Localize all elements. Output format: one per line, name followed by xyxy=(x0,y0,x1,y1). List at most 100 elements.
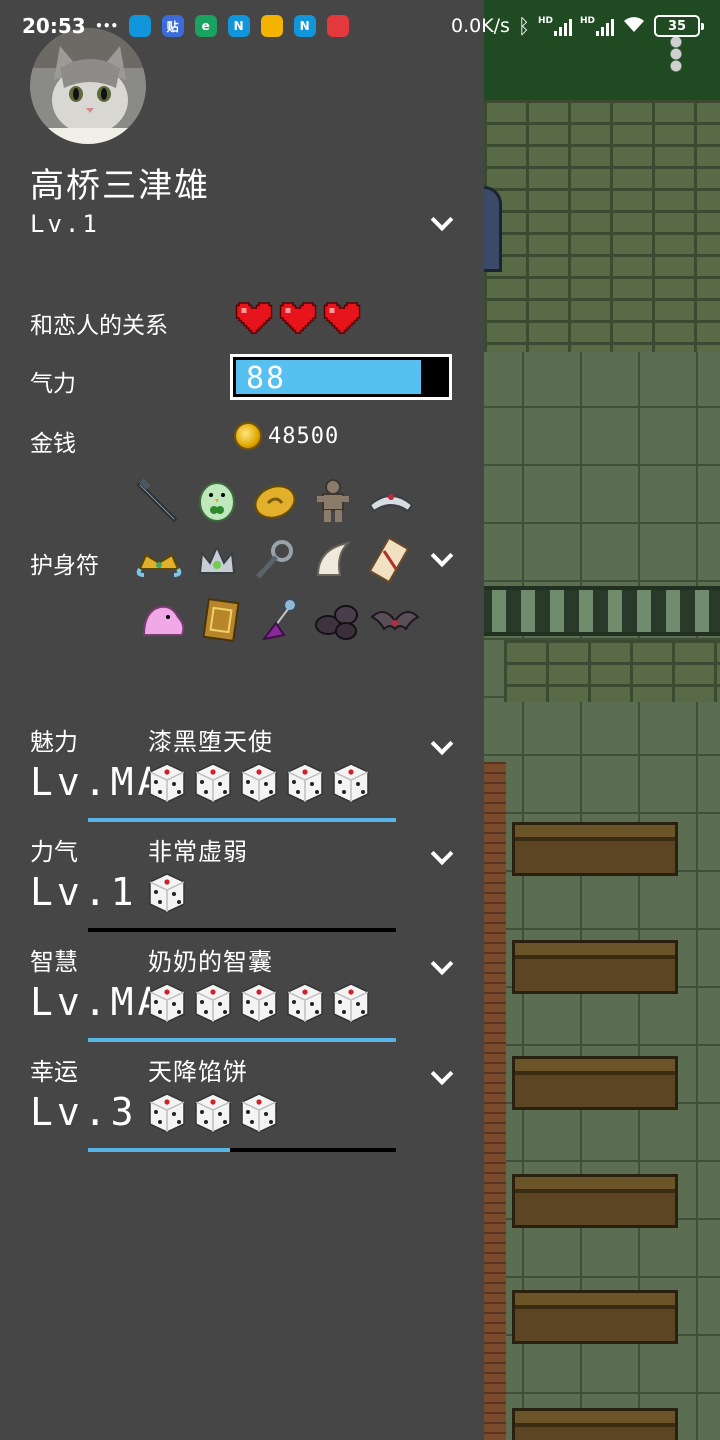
chevron-down-icon[interactable] xyxy=(428,954,456,982)
status-bar: 20:53 ••• 贴 e N N 0.0K/s ᛒ HD HD 35 xyxy=(0,0,720,52)
attribute-title: 非常虚弱 xyxy=(148,838,248,866)
energy-value: 88 xyxy=(246,361,287,396)
lower-brick-wall xyxy=(504,640,720,702)
battery-icon: 35 xyxy=(654,15,704,37)
dice-icon xyxy=(333,983,369,1023)
network-speed: 0.0K/s xyxy=(450,15,510,37)
money-label: 金钱 xyxy=(30,431,76,457)
church-pew xyxy=(512,940,678,994)
clover-bird-charm-icon[interactable] xyxy=(192,475,242,525)
clay-doll-charm-icon[interactable] xyxy=(308,475,358,525)
money-value: 48500 xyxy=(268,423,340,449)
church-pew xyxy=(512,1174,678,1228)
signal-icon: HD xyxy=(580,16,614,36)
browser-e-icon: e xyxy=(194,15,217,37)
charm-row xyxy=(134,470,434,530)
chevron-down-icon[interactable] xyxy=(428,210,456,238)
attribute-name: 力气 xyxy=(30,838,78,866)
hd-label: HD xyxy=(579,16,595,26)
notification-icons: ••• 贴 e N N xyxy=(95,15,360,37)
qq-icon xyxy=(128,15,151,37)
charm-row xyxy=(134,530,434,590)
netease-music-icon xyxy=(326,15,349,37)
signal-icon: HD xyxy=(538,16,572,36)
wifi-icon xyxy=(622,14,646,39)
attribute-progress-fill xyxy=(88,818,396,822)
hd-label: HD xyxy=(537,16,553,26)
attribute-row: 幸运 天降馅饼 Lv.3 xyxy=(0,1052,484,1152)
more-dots-icon: ••• xyxy=(95,19,119,33)
attribute-level: Lv.MAX xyxy=(30,760,150,804)
church-pew xyxy=(512,822,678,876)
dice-icon xyxy=(333,763,369,803)
talisman-scroll-charm-icon[interactable] xyxy=(366,535,416,585)
gold-egg-charm-icon[interactable] xyxy=(250,475,300,525)
chevron-down-icon[interactable] xyxy=(428,546,456,574)
weibo-icon xyxy=(260,15,283,37)
dice-icon xyxy=(149,873,185,913)
attribute-name: 魅力 xyxy=(30,728,78,756)
battery-level: 35 xyxy=(667,18,687,34)
attribute-row: 魅力 漆黑堕天使 Lv.MAX xyxy=(0,722,484,822)
heart-icon xyxy=(279,302,317,334)
charm-row xyxy=(138,590,434,650)
sword-charm-icon[interactable] xyxy=(134,475,184,525)
horn-charm-icon[interactable] xyxy=(308,535,358,585)
dice-icon xyxy=(149,983,185,1023)
dice-icon xyxy=(241,763,277,803)
attribute-level: Lv.MAX xyxy=(30,980,150,1024)
attribute-dice xyxy=(146,982,372,1024)
attribute-row: 智慧 奶奶的智囊 Lv.MAX xyxy=(0,942,484,1042)
tieba-icon: 贴 xyxy=(161,15,184,37)
attribute-name: 幸运 xyxy=(30,1058,78,1086)
attribute-name: 智慧 xyxy=(30,948,78,976)
player-level: Lv.1 xyxy=(30,210,100,238)
chevron-down-icon[interactable] xyxy=(428,844,456,872)
stained-glass-window xyxy=(484,186,502,272)
altar-railing xyxy=(484,586,720,636)
dice-icon xyxy=(241,1093,277,1133)
chevron-down-icon[interactable] xyxy=(428,1064,456,1092)
dice-icon xyxy=(195,763,231,803)
church-pew xyxy=(512,1408,678,1440)
dice-icon xyxy=(287,983,323,1023)
attribute-progress-bar xyxy=(88,1148,396,1152)
attribute-progress-bar xyxy=(88,1038,396,1042)
red-carpet xyxy=(484,762,506,1440)
energy-bar-fill: 88 xyxy=(236,360,421,396)
money-display: 48500 xyxy=(234,422,339,450)
attribute-level: Lv.3 xyxy=(30,1090,138,1134)
notes-n-icon: N xyxy=(227,15,250,37)
golden-book-charm-icon[interactable] xyxy=(196,595,246,645)
charm-grid xyxy=(134,470,434,650)
bat-wings-charm-icon[interactable] xyxy=(370,595,420,645)
bluetooth-icon: ᛒ xyxy=(517,14,530,38)
chevron-down-icon[interactable] xyxy=(428,734,456,762)
relationship-hearts xyxy=(234,298,362,338)
gold-crown-charm-icon[interactable] xyxy=(134,535,184,585)
player-name: 高桥三津雄 xyxy=(30,166,210,206)
attribute-title: 奶奶的智囊 xyxy=(148,948,273,976)
attribute-dice xyxy=(146,762,372,804)
energy-label: 气力 xyxy=(30,371,76,397)
church-pew xyxy=(512,1056,678,1110)
dice-icon xyxy=(195,1093,231,1133)
notes-n-icon: N xyxy=(293,15,316,37)
bell-tassel-charm-icon[interactable] xyxy=(254,595,304,645)
attribute-title: 漆黑堕天使 xyxy=(148,728,273,756)
jeweled-crown-charm-icon[interactable] xyxy=(192,535,242,585)
silver-tiara-charm-icon[interactable] xyxy=(366,475,416,525)
pink-slime-charm-icon[interactable] xyxy=(138,595,188,645)
magnifier-charm-icon[interactable] xyxy=(250,535,300,585)
dark-stones-charm-icon[interactable] xyxy=(312,595,362,645)
attribute-progress-bar xyxy=(88,818,396,822)
attribute-dice xyxy=(146,872,188,914)
attribute-title: 天降馅饼 xyxy=(148,1058,248,1086)
charms-label: 护身符 xyxy=(30,553,99,579)
attribute-row: 力气 非常虚弱 Lv.1 xyxy=(0,832,484,932)
energy-bar: 88 xyxy=(230,354,452,400)
attribute-dice xyxy=(146,1092,280,1134)
dice-icon xyxy=(149,1093,185,1133)
dice-icon xyxy=(287,763,323,803)
brick-wall xyxy=(484,100,720,352)
